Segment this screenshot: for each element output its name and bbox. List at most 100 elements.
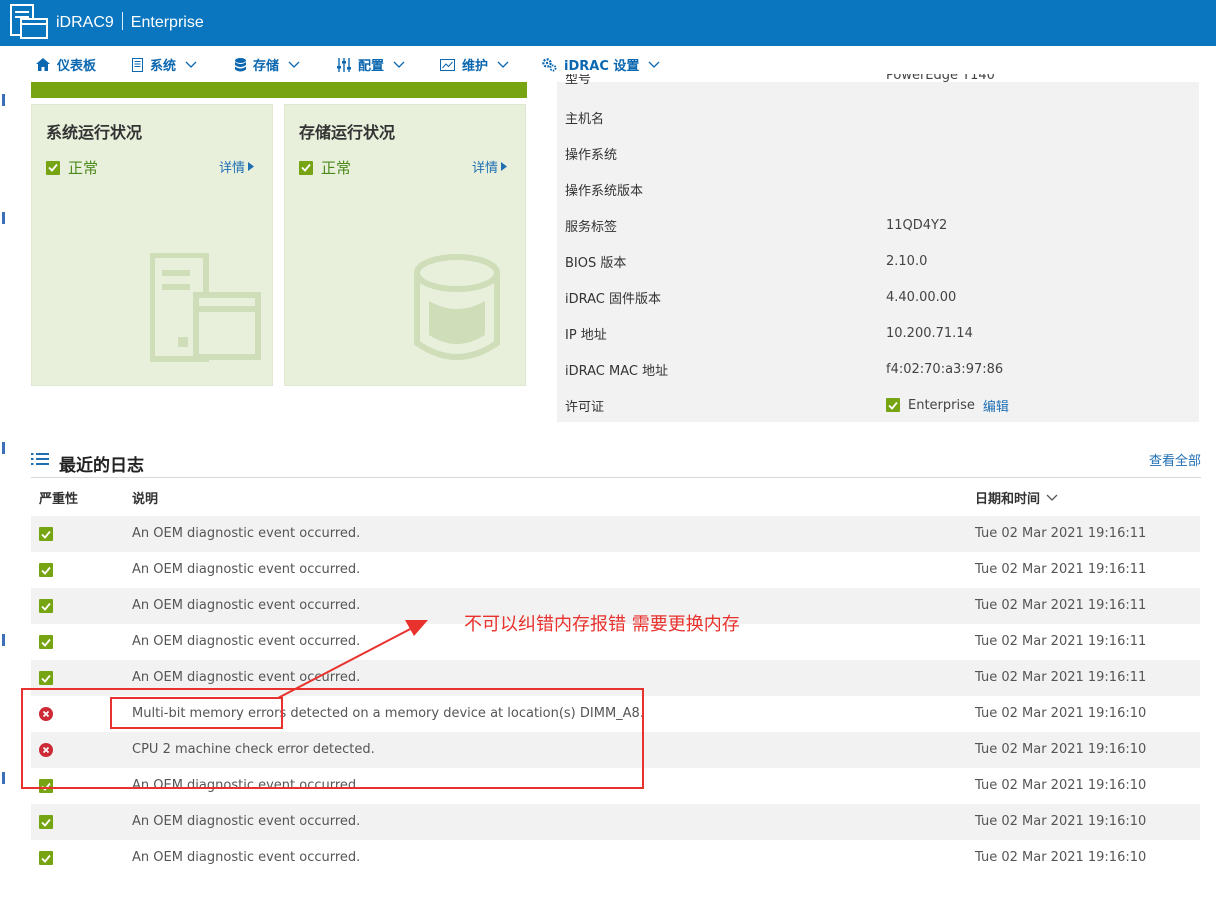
edge-mark bbox=[2, 634, 5, 646]
log-description: An OEM diagnostic event occurred. bbox=[132, 562, 361, 577]
nav-system[interactable]: 系统 bbox=[132, 55, 197, 74]
log-datetime: Tue 02 Mar 2021 19:16:10 bbox=[975, 814, 1147, 829]
log-severity bbox=[39, 599, 53, 615]
annotation-text: 不可以纠错内存报错 需要更换内存 bbox=[464, 614, 740, 635]
log-row[interactable]: An OEM diagnostic event occurred. Tue 02 … bbox=[31, 552, 1200, 588]
info-row-ip-address: IP 地址 10.200.71.14 bbox=[565, 315, 1185, 351]
log-datetime: Tue 02 Mar 2021 19:16:11 bbox=[975, 670, 1147, 685]
info-label: 许可证 bbox=[565, 399, 605, 415]
log-datetime: Tue 02 Mar 2021 19:16:11 bbox=[975, 598, 1147, 613]
system-health-card: 系统运行状况 正常 详情 bbox=[31, 104, 273, 386]
log-description: An OEM diagnostic event occurred. bbox=[132, 670, 361, 685]
info-row-model: 型号 PowerEdge T140 bbox=[565, 74, 1185, 94]
log-severity bbox=[39, 851, 53, 867]
edge-mark bbox=[2, 212, 5, 224]
annotation-box-memory bbox=[110, 697, 283, 729]
server-icon bbox=[150, 253, 261, 362]
license-edit-link[interactable]: 编辑 bbox=[983, 396, 1009, 415]
info-value: 4.40.00.00 bbox=[886, 289, 957, 305]
log-datetime: Tue 02 Mar 2021 19:16:10 bbox=[975, 850, 1147, 865]
nav-idrac-settings[interactable]: iDRAC 设置 bbox=[542, 55, 660, 74]
info-row-os: 操作系统 bbox=[565, 135, 1185, 171]
check-icon bbox=[299, 160, 313, 175]
log-severity bbox=[39, 527, 53, 543]
database-icon bbox=[235, 57, 246, 71]
info-row-idrac-mac: iDRAC MAC 地址 f4:02:70:a3:97:86 bbox=[565, 351, 1185, 387]
check-icon bbox=[39, 563, 53, 577]
database-icon bbox=[414, 254, 500, 360]
log-description: An OEM diagnostic event occurred. bbox=[132, 850, 361, 865]
column-header-description[interactable]: 说明 bbox=[132, 488, 158, 507]
log-description: An OEM diagnostic event occurred. bbox=[132, 526, 361, 541]
system-health-title: 系统运行状况 bbox=[46, 123, 143, 142]
storage-health-card: 存储运行状况 正常 详情 bbox=[284, 104, 526, 386]
column-header-datetime[interactable]: 日期和时间 bbox=[975, 488, 1058, 507]
log-row[interactable]: An OEM diagnostic event occurred. Tue 02 … bbox=[31, 804, 1200, 840]
chevron-down-icon bbox=[288, 61, 300, 68]
info-label: 服务标签 bbox=[565, 219, 618, 235]
system-health-details-link[interactable]: 详情 bbox=[219, 157, 254, 176]
nav-maintenance-label: 维护 bbox=[462, 59, 489, 74]
storage-health-status-text: 正常 bbox=[321, 159, 352, 177]
nav-dashboard[interactable]: 仪表板 bbox=[36, 55, 96, 74]
info-row-hostname: 主机名 bbox=[565, 99, 1185, 135]
info-label: BIOS 版本 bbox=[565, 255, 627, 271]
storage-health-details-link[interactable]: 详情 bbox=[472, 157, 507, 176]
details-label: 详情 bbox=[471, 161, 498, 176]
info-row-bios-version: BIOS 版本 2.10.0 bbox=[565, 243, 1185, 279]
recent-logs-header: 最近的日志 查看全部 bbox=[31, 448, 1201, 478]
nav-dashboard-label: 仪表板 bbox=[57, 59, 97, 74]
chart-icon bbox=[440, 58, 455, 71]
chevron-down-icon bbox=[648, 61, 660, 68]
system-health-status-text: 正常 bbox=[68, 159, 99, 177]
check-icon bbox=[39, 815, 53, 829]
log-severity bbox=[39, 815, 53, 831]
list-icon bbox=[31, 453, 49, 465]
log-description: An OEM diagnostic event occurred. bbox=[132, 814, 361, 829]
caret-right-icon bbox=[501, 162, 507, 171]
server-icon bbox=[132, 57, 143, 72]
view-all-link[interactable]: 查看全部 bbox=[1149, 450, 1201, 469]
chevron-down-icon bbox=[393, 61, 405, 68]
storage-health-title: 存储运行状况 bbox=[299, 123, 396, 142]
log-row[interactable]: An OEM diagnostic event occurred. Tue 02 … bbox=[31, 840, 1200, 876]
check-icon bbox=[39, 671, 53, 685]
info-label: 主机名 bbox=[565, 111, 605, 127]
log-datetime: Tue 02 Mar 2021 19:16:11 bbox=[975, 634, 1147, 649]
info-value: 11QD4Y2 bbox=[886, 217, 948, 233]
nav-configuration[interactable]: 配置 bbox=[337, 55, 405, 74]
log-severity bbox=[39, 635, 53, 651]
edge-mark bbox=[2, 442, 5, 454]
info-label: iDRAC 固件版本 bbox=[565, 291, 662, 307]
health-bar bbox=[31, 82, 527, 98]
system-info-panel: 型号 PowerEdge T140 主机名 操作系统 操作系统版本 服务标签 1… bbox=[557, 74, 1199, 422]
info-row-service-tag: 服务标签 11QD4Y2 bbox=[565, 207, 1185, 243]
check-icon bbox=[39, 527, 53, 541]
left-edge-strip bbox=[0, 82, 6, 901]
sliders-icon bbox=[337, 57, 351, 72]
log-row[interactable]: An OEM diagnostic event occurred. Tue 02 … bbox=[31, 516, 1200, 552]
log-datetime: Tue 02 Mar 2021 19:16:10 bbox=[975, 742, 1147, 757]
storage-health-status: 正常 bbox=[299, 157, 351, 178]
log-description: An OEM diagnostic event occurred. bbox=[132, 598, 361, 613]
nav-storage[interactable]: 存储 bbox=[235, 55, 300, 74]
column-header-severity[interactable]: 严重性 bbox=[39, 488, 78, 507]
log-description: An OEM diagnostic event occurred. bbox=[132, 634, 361, 649]
idrac-logo-icon bbox=[10, 4, 48, 39]
info-value: f4:02:70:a3:97:86 bbox=[886, 361, 1004, 377]
brand-name: iDRAC9 bbox=[56, 14, 114, 31]
info-row-os-version: 操作系统版本 bbox=[565, 171, 1185, 207]
license-text: Enterprise bbox=[908, 397, 975, 413]
info-value: 10.200.71.14 bbox=[886, 325, 973, 341]
details-label: 详情 bbox=[218, 161, 245, 176]
license-value: Enterprise 编辑 bbox=[886, 396, 1009, 415]
brand-separator bbox=[121, 12, 123, 30]
nav-system-label: 系统 bbox=[150, 59, 177, 74]
gears-icon bbox=[542, 57, 557, 71]
edge-mark bbox=[2, 772, 5, 784]
log-datetime: Tue 02 Mar 2021 19:16:10 bbox=[975, 706, 1147, 721]
info-label: 型号 bbox=[565, 74, 592, 87]
nav-maintenance[interactable]: 维护 bbox=[440, 55, 509, 74]
info-value: 2.10.0 bbox=[886, 253, 928, 269]
datetime-header-label: 日期和时间 bbox=[975, 492, 1041, 507]
